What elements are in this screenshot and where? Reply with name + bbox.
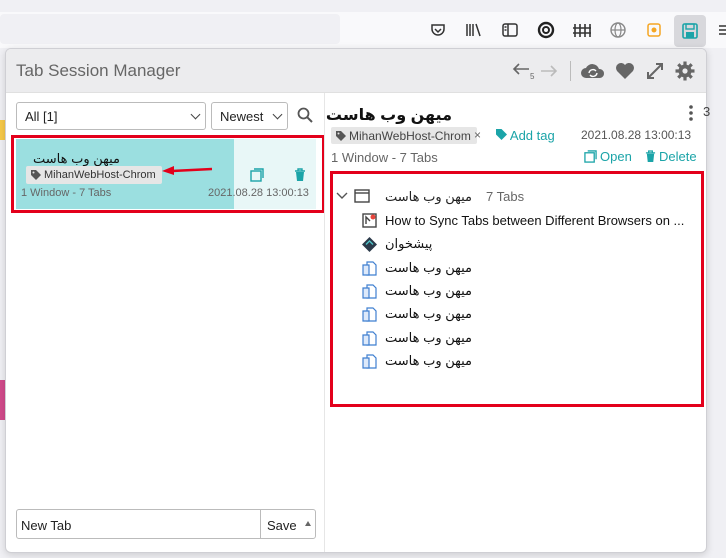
trash-icon <box>645 150 656 162</box>
tab-session-manager-icon[interactable] <box>674 15 706 47</box>
open-session-button[interactable]: Open <box>584 149 632 164</box>
undo-icon[interactable]: 5 <box>511 59 537 83</box>
column-divider <box>324 93 325 552</box>
library-icon[interactable] <box>462 18 486 42</box>
fence-icon[interactable] <box>570 18 594 42</box>
session-name-input[interactable]: New Tab <box>16 509 261 539</box>
sidebar-icon[interactable] <box>498 18 522 42</box>
save-session-button[interactable]: Save <box>260 509 316 539</box>
annotation-highlight-box <box>330 171 704 407</box>
chevron-down-icon <box>272 109 283 120</box>
add-tag-label: Add tag <box>509 128 555 143</box>
extension-orange-icon[interactable] <box>642 18 666 42</box>
redo-icon[interactable] <box>538 59 560 83</box>
popup-header: Tab Session Manager 5 <box>6 49 706 93</box>
tag-icon <box>336 131 346 141</box>
popup-title: Tab Session Manager <box>16 61 181 80</box>
sort-order-select[interactable]: Newest <box>211 102 288 130</box>
open-label: Open <box>600 149 632 164</box>
save-button-label: Save <box>267 518 297 533</box>
open-window-icon <box>584 150 597 163</box>
sort-selected-value: Newest <box>220 109 264 124</box>
remove-tag-button[interactable]: × <box>474 128 481 142</box>
caret-up-icon[interactable] <box>305 521 311 526</box>
detail-tag[interactable]: MihanWebHost-Chrom <box>331 127 477 144</box>
window-filter-select[interactable]: All [1] <box>16 102 206 130</box>
search-icon[interactable] <box>296 106 314 124</box>
expand-icon[interactable] <box>644 59 666 83</box>
globe-icon[interactable] <box>606 18 630 42</box>
add-tag-button[interactable]: Add tag <box>496 128 555 143</box>
cloud-sync-icon[interactable] <box>580 59 606 83</box>
chevron-down-icon <box>190 109 201 120</box>
delete-session-button[interactable]: Delete <box>645 149 697 164</box>
detail-tag-label: MihanWebHost-Chrom <box>349 129 471 143</box>
menu-icon[interactable] <box>712 18 726 42</box>
more-options-icon[interactable] <box>688 104 694 122</box>
settings-gear-icon[interactable] <box>674 59 696 83</box>
pocket-icon[interactable] <box>426 18 450 42</box>
delete-label: Delete <box>659 149 697 164</box>
tab-session-manager-popup: Tab Session Manager 5 All [1] Newest میه… <box>5 48 707 553</box>
filter-selected-value: All [1] <box>25 109 58 124</box>
detail-meta: 1 Window - 7 Tabs <box>331 150 438 165</box>
header-separator <box>570 61 571 81</box>
detail-session-title: میهن وب هاست <box>325 107 452 124</box>
url-bar[interactable] <box>0 14 340 44</box>
extension-swirl-icon[interactable] <box>534 18 558 42</box>
annotation-arrow-icon <box>162 166 212 175</box>
background-text-fragment: 3 <box>703 104 711 119</box>
detail-date: 2021.08.28 13:00:13 <box>581 128 692 142</box>
svg-text:5: 5 <box>530 72 535 81</box>
heart-icon[interactable] <box>614 59 636 83</box>
tag-icon <box>496 129 507 140</box>
